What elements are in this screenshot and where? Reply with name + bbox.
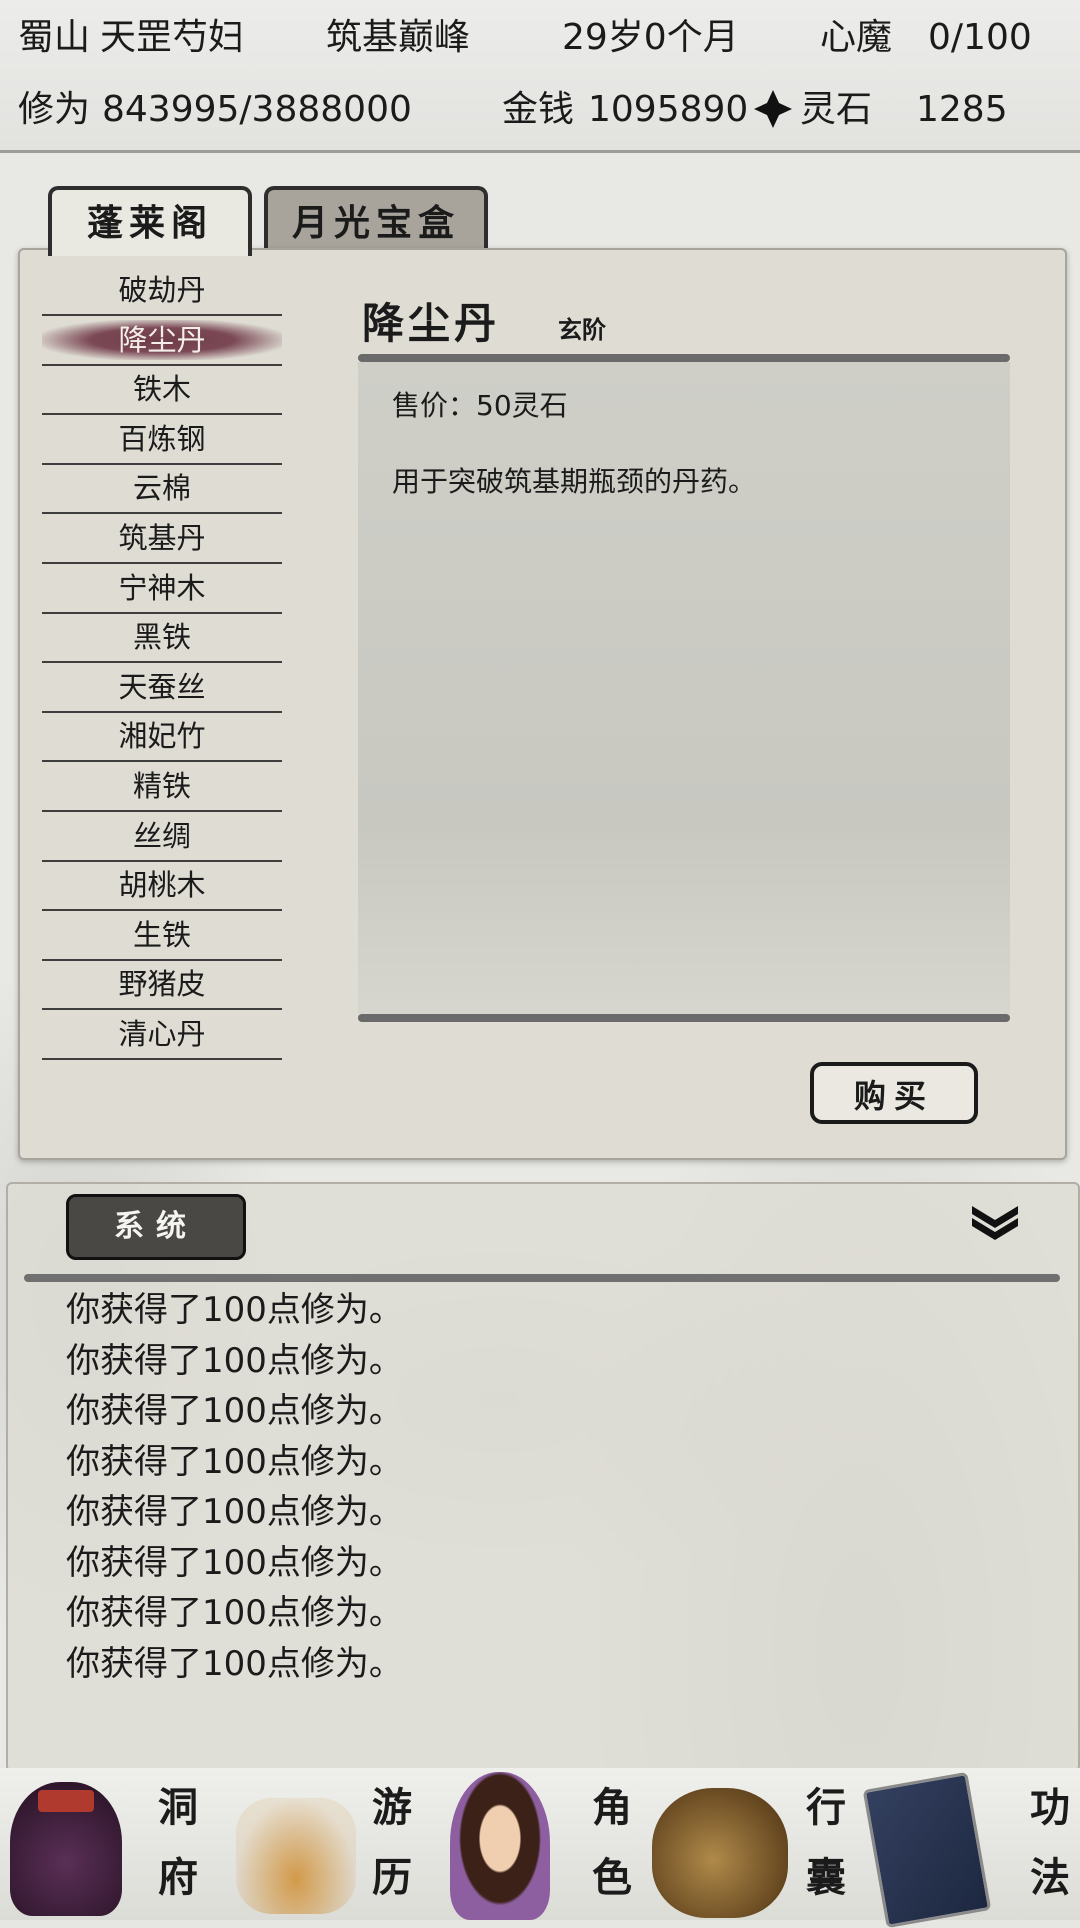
shop-item-label: 清心丹 xyxy=(118,1017,206,1051)
spirit-stone-icon xyxy=(752,88,794,130)
shop-item-label: 降尘丹 xyxy=(118,322,206,357)
shop-item[interactable]: 铁木 xyxy=(42,365,282,416)
cave-banner-icon xyxy=(38,1790,94,1812)
shop-item-label: 筑基丹 xyxy=(118,521,206,555)
location: 蜀山 xyxy=(18,17,91,58)
log-message: 你获得了100点修为。 xyxy=(66,1391,403,1431)
shop-item[interactable]: 百炼钢 xyxy=(42,415,282,465)
nav-character-label-bottom: 色 xyxy=(592,1854,632,1901)
shop-item-label: 云棉 xyxy=(132,471,191,506)
shop-panel: 破劫丹降尘丹铁木百炼钢云棉筑基丹宁神木黑铁天蚕丝湘妃竹精铁丝绸胡桃木生铁野猪皮清… xyxy=(18,248,1067,1160)
spirit-stone-value: 1285 xyxy=(916,89,1008,130)
nav-travel-label-bottom: 历 xyxy=(372,1854,412,1901)
nav-travel-label-top: 游 xyxy=(372,1784,412,1831)
shop-item-label: 宁神木 xyxy=(118,570,206,605)
item-detail-title: 降尘丹 xyxy=(362,299,501,348)
shop-item[interactable]: 筑基丹 xyxy=(42,514,282,564)
status-bar: 蜀山 天罡芍妇 筑基巅峰 29岁0个月 心魔 0/100 修为 843995/3… xyxy=(0,0,1080,153)
nav-cave-label-top: 洞 xyxy=(158,1784,198,1831)
log-message: 你获得了100点修为。 xyxy=(66,1643,403,1684)
shop-item[interactable]: 湘妃竹 xyxy=(42,712,282,763)
shop-item[interactable]: 丝绸 xyxy=(42,812,282,862)
item-price: 售价：50灵石 xyxy=(392,389,568,422)
nav-cave[interactable]: 洞 府 洞府 xyxy=(0,1768,216,1920)
shop-item[interactable]: 清心丹 xyxy=(42,1010,282,1060)
nav-travel[interactable]: 游 历 xyxy=(216,1768,432,1920)
grass-travel-icon xyxy=(236,1798,356,1914)
shop-item[interactable]: 野猪皮 xyxy=(42,960,282,1011)
log-panel: 系统 你获得了100点修为。 你获得了100点修为。 你获得了100点修为。 你获得了… xyxy=(6,1182,1080,1772)
buy-button[interactable]: 购买 xyxy=(810,1062,978,1124)
double-chevron-down-icon[interactable] xyxy=(968,1202,1022,1244)
shop-item[interactable]: 破劫丹 xyxy=(42,266,282,316)
shop-item-label: 天蚕丝 xyxy=(118,669,206,704)
nav-skills[interactable]: 功 法 xyxy=(862,1768,1080,1928)
shop-item[interactable]: 云棉 xyxy=(42,464,282,515)
item-detail-grade: 玄阶 xyxy=(558,315,606,344)
log-message: 你获得了100点修为。 xyxy=(66,1290,403,1330)
log-message: 你获得了100点修为。 xyxy=(66,1441,403,1482)
money-value: 1095890 xyxy=(588,89,749,130)
shop-item[interactable]: 黑铁 xyxy=(42,613,282,664)
nav-character[interactable]: 角 色 xyxy=(432,1768,648,1920)
character-portrait-icon xyxy=(450,1772,550,1920)
money-label: 金钱 xyxy=(502,89,575,130)
cultivation-value: 843995/3888000 xyxy=(102,89,412,130)
nav-cave-label-bottom: 府 xyxy=(158,1854,198,1901)
shop-item-label: 精铁 xyxy=(132,769,191,803)
log-message: 你获得了100点修为。 xyxy=(66,1542,403,1583)
shop-item-label: 铁木 xyxy=(132,372,191,407)
shop-item-label: 丝绸 xyxy=(132,818,191,853)
tab-moonlight-box[interactable]: 月光宝盒 xyxy=(264,186,488,252)
shop-item-label: 湘妃竹 xyxy=(118,719,206,754)
nav-bag-label-bottom: 囊 xyxy=(806,1854,846,1901)
shop-item-label: 生铁 xyxy=(132,917,191,952)
tab-penglai-pavilion[interactable]: 蓬莱阁 xyxy=(48,186,252,256)
nav-bag-label-top: 行 xyxy=(806,1784,846,1831)
realm: 筑基巅峰 xyxy=(326,17,471,58)
skill-book-icon xyxy=(862,1771,992,1928)
heart-demon-value: 0/100 xyxy=(928,17,1032,58)
nav-bag[interactable]: 行 囊 xyxy=(648,1768,864,1920)
nav-skills-label-top: 功 xyxy=(1030,1784,1070,1831)
bag-icon xyxy=(652,1788,788,1918)
shop-item[interactable]: 天蚕丝 xyxy=(42,663,282,713)
heart-demon-label: 心魔 xyxy=(820,17,893,58)
log-message: 你获得了100点修为。 xyxy=(66,1593,403,1633)
nav-skills-label-bottom: 法 xyxy=(1030,1854,1070,1901)
log-message: 你获得了100点修为。 xyxy=(66,1492,403,1532)
shop-item-label: 百炼钢 xyxy=(118,421,206,456)
log-divider xyxy=(24,1274,1060,1282)
shop-item[interactable]: 精铁 xyxy=(42,762,282,812)
spirit-stone-label: 灵石 xyxy=(800,89,873,130)
age: 29岁0个月 xyxy=(562,17,739,58)
shop-item[interactable]: 胡桃木 xyxy=(42,861,282,912)
item-description: 用于突破筑基期瓶颈的丹药。 xyxy=(392,465,757,498)
shop-item-label: 野猪皮 xyxy=(118,967,206,1002)
shop-item[interactable]: 生铁 xyxy=(42,911,282,961)
detail-top-divider xyxy=(358,354,1010,362)
nav-character-label-top: 角 xyxy=(592,1784,632,1831)
log-message: 你获得了100点修为。 xyxy=(66,1340,403,1381)
detail-bottom-divider xyxy=(358,1014,1010,1022)
shop-item-label: 破劫丹 xyxy=(118,273,206,307)
shop-item-label: 胡桃木 xyxy=(118,868,206,903)
tab-system[interactable]: 系统 xyxy=(66,1194,246,1260)
character-name: 天罡芍妇 xyxy=(100,17,245,58)
cultivation-label: 修为 xyxy=(18,89,91,130)
shop-item-label: 黑铁 xyxy=(132,620,191,655)
bottom-nav: 洞 府 洞府 游 历 角 色 行 囊 功 法 xyxy=(0,1768,1080,1928)
shop-item[interactable]: 宁神木 xyxy=(42,564,282,614)
shop-item[interactable]: 降尘丹 xyxy=(42,316,282,366)
